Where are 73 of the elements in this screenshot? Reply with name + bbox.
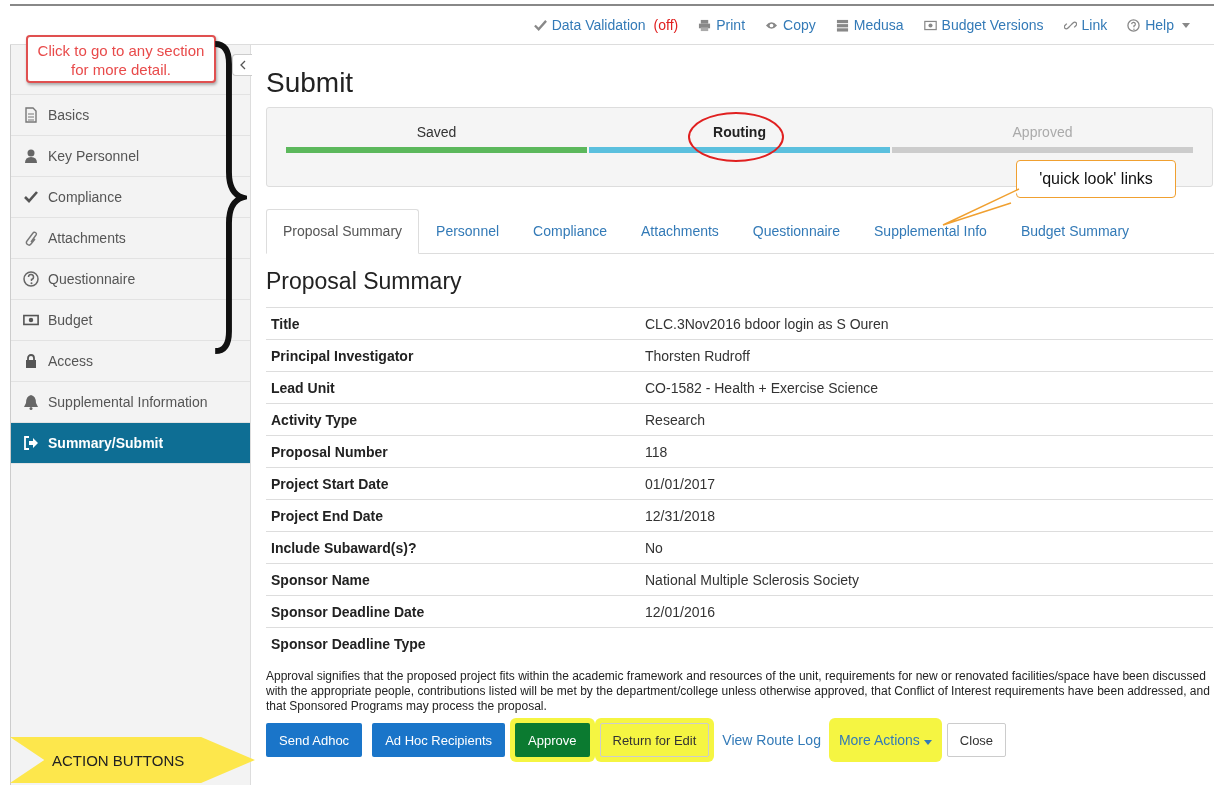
field-label: Lead Unit — [266, 371, 640, 404]
status-label: (off) — [653, 17, 679, 33]
section-title: Proposal Summary — [266, 268, 463, 295]
sidebar-item[interactable]: Attachments — [11, 218, 250, 259]
field-label: Project End Date — [266, 499, 640, 532]
field-label: Sponsor Deadline Type — [266, 627, 640, 659]
field-label: Project Start Date — [266, 467, 640, 500]
step-label: Saved — [415, 124, 458, 142]
field-label: Principal Investigator — [266, 339, 640, 372]
field-label: Include Subaward(s)? — [266, 531, 640, 564]
tab[interactable]: Questionnaire — [735, 209, 858, 254]
page-title: Submit — [266, 67, 355, 99]
step-label: Approved — [1011, 124, 1074, 142]
toolbar-link[interactable]: Print — [698, 17, 746, 33]
paperclip-icon — [23, 230, 39, 246]
sidebar-item[interactable]: Budget — [11, 300, 250, 341]
tab[interactable]: Budget Summary — [1003, 209, 1147, 254]
field-value: 01/01/2017 — [645, 475, 716, 492]
field-label: Sponsor Name — [266, 563, 640, 596]
toolbar-link[interactable]: Link — [1063, 17, 1108, 33]
checkmark-icon — [23, 189, 39, 205]
sign-out-icon — [23, 435, 39, 451]
toolbar-link[interactable]: Budget Versions — [923, 17, 1044, 33]
help-icon — [1127, 18, 1141, 32]
collapse-button[interactable] — [232, 54, 252, 76]
field-value: CLC.3Nov2016 bdoor login as S Ouren — [645, 315, 889, 332]
tab[interactable]: Compliance — [516, 209, 625, 254]
action-button[interactable]: View Route Log — [719, 723, 824, 757]
field-label: Activity Type — [266, 403, 640, 436]
server-icon — [835, 18, 849, 32]
field-value: CO-1582 - Health + Exercise Science — [645, 379, 879, 396]
toolbar-link[interactable]: Data Validation (off) — [533, 17, 679, 33]
sidebar-item[interactable]: Summary/Submit — [11, 423, 250, 464]
field-value: No — [645, 539, 663, 556]
bell-icon — [23, 394, 39, 410]
action-button[interactable]: Send Adhoc — [266, 723, 363, 757]
step-label: Routing — [712, 124, 767, 142]
field-value: Research — [645, 411, 705, 428]
sidebar-item[interactable]: Compliance — [11, 177, 250, 218]
field-label: Proposal Number — [266, 435, 640, 468]
toolbar-link[interactable]: Copy — [765, 17, 816, 33]
sidebar-item[interactable]: Basics — [11, 95, 250, 136]
toolbar-link[interactable]: Help — [1127, 17, 1190, 33]
printer-icon — [698, 18, 712, 32]
document-icon — [23, 107, 39, 123]
tab[interactable]: Personnel — [419, 209, 517, 254]
tab[interactable]: Supplemental Info — [857, 209, 1004, 254]
field-value: 12/31/2018 — [645, 507, 716, 524]
lock-icon — [23, 353, 39, 369]
toolbar-link[interactable]: Medusa — [835, 17, 904, 33]
callout-note: Click to go to any section for more detail. — [26, 35, 216, 83]
chevron-left-icon — [239, 60, 246, 70]
person-icon — [23, 148, 39, 164]
checkmark-icon — [533, 18, 547, 32]
field-label: Sponsor Deadline Date — [266, 595, 640, 628]
sidebar-item[interactable]: Access — [11, 341, 250, 382]
banknote-icon — [23, 312, 39, 328]
field-value: National Multiple Sclerosis Society — [645, 571, 859, 588]
sidebar-item[interactable]: Questionnaire — [11, 259, 250, 300]
approval-paragraph: Approval signifies that the proposed project fits within the academic framework and resources of the unit, requirements for new or renovated facilities/space have been discussed with the appropriate people, contributions listed will be met by the department/college unless otherwise approved, that Conflict of Interest requirements have been addressed, and that Sponsored Programs may process the proposal. — [266, 669, 1211, 714]
callout-note: 'quick look' links — [1016, 160, 1176, 198]
field-label: Title — [266, 307, 640, 340]
question-icon — [23, 271, 39, 287]
action-button[interactable]: Close — [946, 723, 1007, 757]
field-value: Thorsten Rudroff — [645, 347, 750, 364]
banknote-icon — [923, 18, 937, 32]
caret-icon — [923, 740, 932, 745]
sidebar-item[interactable]: Key Personnel — [11, 136, 250, 177]
tab[interactable]: Attachments — [624, 209, 736, 254]
field-value: 118 — [645, 443, 668, 460]
action-button[interactable]: Ad Hoc Recipients — [372, 723, 506, 757]
field-value: 12/01/2016 — [645, 603, 716, 620]
tab[interactable]: Proposal Summary — [266, 209, 420, 254]
